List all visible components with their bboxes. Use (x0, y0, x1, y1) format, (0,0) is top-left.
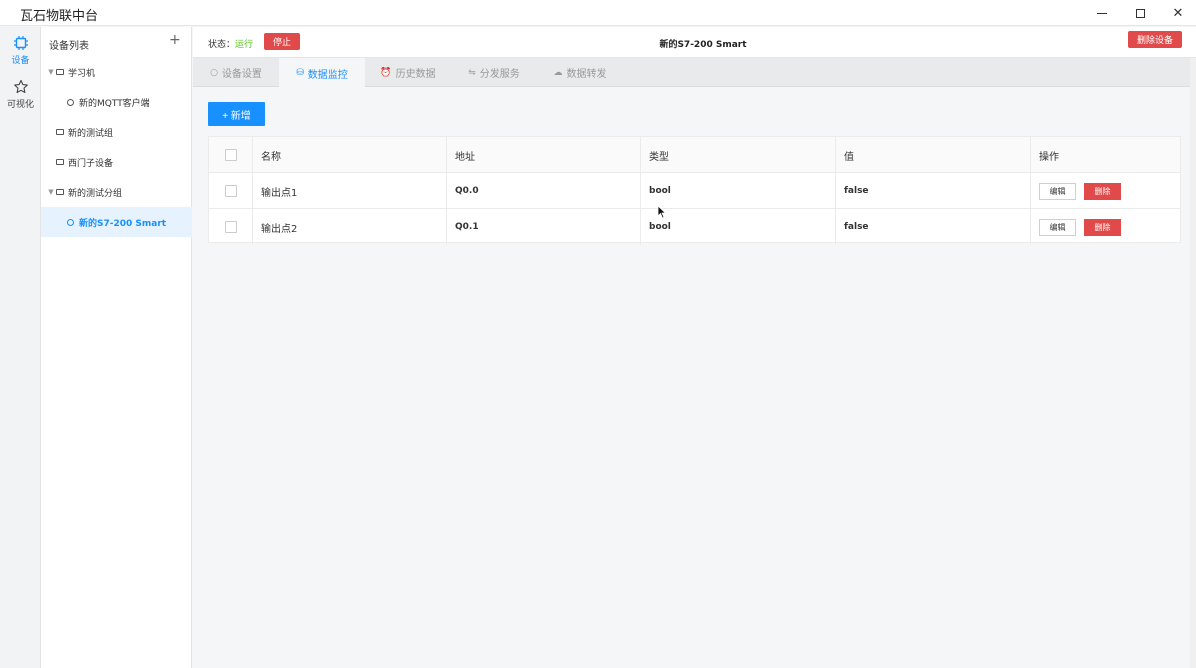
cell-address: Q0.0 (447, 173, 641, 209)
tree-node-folder[interactable]: 西门子设备 (41, 147, 192, 177)
mouse-cursor-icon (657, 205, 667, 219)
tree-node-label: 新的MQTT客户端 (79, 98, 150, 109)
device-circle-icon (67, 218, 74, 226)
tab-device-settings[interactable]: ○ 设备设置 (193, 58, 279, 87)
tab-bar: ○ 设备设置 ⛁ 数据监控 ⏰ 历史数据 ⇋ 分发服务 ☁ 数据转发 (193, 58, 1196, 88)
column-header-name: 名称 (253, 137, 447, 173)
tree-node-label: 新的测试组 (68, 128, 114, 139)
close-icon: ✕ (1172, 5, 1184, 21)
alarm-clock-icon: ⏰ (380, 67, 392, 78)
gear-icon: ○ (210, 67, 218, 78)
edit-button[interactable]: 编辑 (1039, 182, 1076, 200)
folder-icon (56, 129, 64, 135)
chip-icon (13, 36, 28, 50)
tab-label: 数据监控 (307, 69, 348, 81)
row-checkbox[interactable] (224, 185, 237, 197)
row-checkbox[interactable] (224, 221, 237, 233)
select-all-checkbox[interactable] (224, 149, 237, 161)
rail-label-device: 设备 (11, 56, 30, 66)
star-icon (13, 79, 28, 94)
cell-type: bool (641, 173, 836, 209)
add-point-button[interactable]: + 新增 (208, 102, 265, 126)
tree-node-folder[interactable]: 新的测试组 (41, 117, 192, 147)
tab-history[interactable]: ⏰ 历史数据 (365, 58, 451, 87)
column-header-address: 地址 (447, 137, 641, 173)
minimize-icon (1097, 12, 1107, 14)
tree-title: 设备列表 (49, 41, 89, 52)
cell-name: 输出点1 (253, 173, 447, 209)
delete-device-button[interactable]: 删除设备 (1128, 31, 1182, 48)
database-icon: ⛁ (296, 68, 304, 78)
maximize-icon (1135, 8, 1145, 18)
cell-name: 输出点2 (253, 209, 447, 245)
tree-node-label: 学习机 (68, 68, 96, 79)
tab-label: 历史数据 (395, 69, 436, 80)
tree-header: 设备列表 + (41, 27, 192, 57)
tree-node-device-selected[interactable]: 新的S7-200 Smart (41, 207, 192, 237)
device-tree: 设备列表 + ▼ 学习机 新的MQTT客户端 新的测试组 西门子设备 ▼ 新的测… (41, 27, 192, 668)
cell-type: bool (641, 209, 836, 245)
nav-rail: 设备 可视化 (0, 27, 41, 668)
tree-node-label: 西门子设备 (68, 158, 114, 169)
folder-icon (56, 69, 64, 75)
device-circle-icon (67, 98, 74, 106)
close-button[interactable]: ✕ (1160, 0, 1196, 26)
tab-distribution[interactable]: ⇋ 分发服务 (451, 58, 537, 87)
table-row: 输出点1 Q0.0 bool false 编辑 删除 (209, 173, 1180, 209)
edit-button[interactable]: 编辑 (1039, 218, 1076, 236)
tree-node-label: 新的测试分组 (68, 188, 123, 199)
header-checkbox-cell (209, 137, 253, 173)
caret-down-icon[interactable]: ▼ (46, 188, 56, 196)
tab-data-monitor[interactable]: ⛁ 数据监控 (279, 58, 365, 88)
cell-actions: 编辑 删除 (1031, 209, 1180, 245)
cell-value: false (836, 173, 1031, 209)
scrollbar-track[interactable] (1190, 58, 1196, 668)
row-checkbox-cell (209, 209, 253, 245)
cell-actions: 编辑 删除 (1031, 173, 1180, 209)
device-name: 新的S7-200 Smart (659, 40, 747, 50)
device-header: 状态：运行 停止 新的S7-200 Smart 删除设备 (193, 27, 1196, 58)
status-text: 状态：运行 (208, 37, 253, 50)
tree-node-folder[interactable]: ▼ 新的测试分组 (41, 177, 192, 207)
tab-label: 数据转发 (566, 69, 607, 80)
add-device-button[interactable]: + (169, 32, 181, 48)
stop-button[interactable]: 停止 (264, 33, 300, 50)
tab-label: 分发服务 (479, 69, 520, 80)
title-bar: 瓦石物联中台 ✕ (0, 0, 1196, 26)
column-header-value: 值 (836, 137, 1031, 173)
rail-item-device[interactable]: 设备 (0, 35, 41, 66)
table-header-row: 名称 地址 类型 值 操作 (209, 137, 1180, 173)
tree-node-folder[interactable]: ▼ 学习机 (41, 57, 192, 87)
delete-button[interactable]: 删除 (1084, 218, 1121, 236)
folder-icon (56, 189, 64, 195)
minimize-button[interactable] (1084, 0, 1120, 26)
tree-node-label: 新的S7-200 Smart (79, 218, 167, 229)
rail-item-visual[interactable]: 可视化 (0, 79, 41, 110)
swap-icon: ⇋ (468, 67, 476, 78)
app-title: 瓦石物联中台 (20, 9, 99, 24)
status-value: 运行 (235, 40, 254, 50)
cell-address: Q0.1 (447, 209, 641, 245)
tab-forwarding[interactable]: ☁ 数据转发 (537, 58, 623, 87)
delete-button[interactable]: 删除 (1084, 182, 1121, 200)
maximize-button[interactable] (1122, 0, 1158, 26)
folder-icon (56, 159, 64, 165)
status-prefix: 状态： (208, 40, 236, 50)
cell-value: false (836, 209, 1031, 245)
tree-node-device[interactable]: 新的MQTT客户端 (41, 87, 192, 117)
row-checkbox-cell (209, 173, 253, 209)
data-points-table: 名称 地址 类型 值 操作 输出点1 Q0.0 bool false 编辑 删除… (208, 136, 1181, 245)
tab-label: 设备设置 (221, 69, 262, 80)
column-header-actions: 操作 (1039, 151, 1059, 163)
rail-label-visual: 可视化 (6, 100, 34, 110)
caret-down-icon[interactable]: ▼ (46, 68, 56, 76)
column-header-type: 类型 (641, 137, 836, 173)
cloud-icon: ☁ (553, 67, 563, 78)
table-row: 输出点2 Q0.1 bool false 编辑 删除 (209, 209, 1180, 245)
